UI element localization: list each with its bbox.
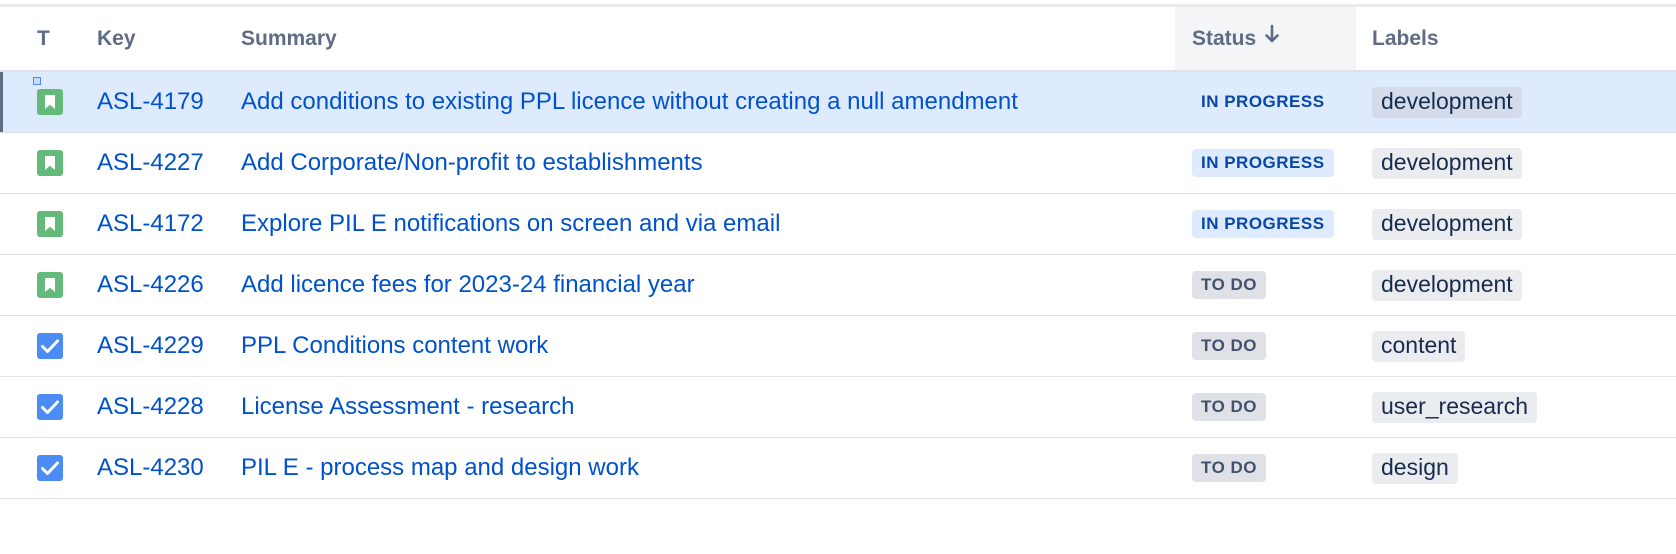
status-cell[interactable]: TO DO	[1175, 437, 1356, 499]
arrow-down-icon[interactable]	[1264, 24, 1280, 50]
issue-key-link[interactable]: ASL-4228	[84, 376, 241, 438]
labels-cell: content	[1356, 315, 1676, 377]
issue-key-link[interactable]: ASL-4227	[84, 132, 241, 194]
column-header-labels[interactable]: Labels	[1356, 7, 1676, 72]
issue-summary-link[interactable]: Explore PIL E notifications on screen an…	[241, 193, 1175, 255]
status-cell[interactable]: TO DO	[1175, 315, 1356, 377]
issue-summary-link[interactable]: PIL E - process map and design work	[241, 437, 1175, 499]
labels-cell: development	[1356, 254, 1676, 316]
task-icon	[37, 394, 63, 420]
label-tag[interactable]: design	[1372, 452, 1458, 484]
status-cell[interactable]: IN PROGRESS	[1175, 193, 1356, 255]
table-header: T Key Summary Status Labels	[0, 7, 1676, 72]
column-header-type[interactable]: T	[0, 7, 84, 72]
labels-cell: design	[1356, 437, 1676, 499]
story-icon	[37, 272, 63, 298]
table-row[interactable]: ASL-4179 Add conditions to existing PPL …	[0, 71, 1676, 133]
column-header-summary-label: Summary	[241, 26, 337, 50]
task-icon	[37, 333, 63, 359]
issue-summary-link[interactable]: Add conditions to existing PPL licence w…	[241, 71, 1175, 133]
issue-summary-link[interactable]: License Assessment - research	[241, 376, 1175, 438]
status-cell[interactable]: TO DO	[1175, 376, 1356, 438]
status-lozenge[interactable]: TO DO	[1192, 454, 1267, 482]
table-row[interactable]: ASL-4228 License Assessment - research T…	[0, 376, 1676, 438]
labels-cell: development	[1356, 71, 1676, 133]
type-cell	[0, 71, 84, 133]
table-row[interactable]: ASL-4226 Add licence fees for 2023-24 fi…	[0, 254, 1676, 316]
type-cell	[0, 254, 84, 316]
table-row[interactable]: ASL-4172 Explore PIL E notifications on …	[0, 193, 1676, 255]
header-row: T Key Summary Status Labels	[0, 7, 1676, 72]
label-tag[interactable]: content	[1372, 330, 1466, 362]
task-icon	[37, 455, 63, 481]
issue-key-link[interactable]: ASL-4226	[84, 254, 241, 316]
table-body: ASL-4179 Add conditions to existing PPL …	[0, 71, 1676, 499]
labels-cell: development	[1356, 193, 1676, 255]
story-icon	[37, 211, 63, 237]
status-lozenge[interactable]: IN PROGRESS	[1192, 149, 1334, 177]
label-tag[interactable]: development	[1372, 269, 1522, 301]
column-header-summary[interactable]: Summary	[241, 7, 1175, 72]
type-cell	[0, 437, 84, 499]
table-row[interactable]: ASL-4227 Add Corporate/Non-profit to est…	[0, 132, 1676, 194]
issue-summary-link[interactable]: Add Corporate/Non-profit to establishmen…	[241, 132, 1175, 194]
table-row[interactable]: ASL-4229 PPL Conditions content work TO …	[0, 315, 1676, 377]
story-icon	[37, 150, 63, 176]
issue-key-link[interactable]: ASL-4230	[84, 437, 241, 499]
selection-marker-icon	[33, 77, 41, 85]
type-cell	[0, 376, 84, 438]
issue-summary-link[interactable]: Add licence fees for 2023-24 financial y…	[241, 254, 1175, 316]
label-tag[interactable]: development	[1372, 86, 1522, 118]
column-header-type-label: T	[37, 26, 50, 50]
issue-key-link[interactable]: ASL-4229	[84, 315, 241, 377]
type-cell	[0, 315, 84, 377]
status-lozenge[interactable]: IN PROGRESS	[1192, 210, 1334, 238]
status-lozenge[interactable]: TO DO	[1192, 271, 1267, 299]
issue-table-view: T Key Summary Status Labels ASL-4179 Add…	[0, 0, 1676, 554]
status-lozenge[interactable]: TO DO	[1192, 332, 1267, 360]
label-tag[interactable]: user_research	[1372, 391, 1538, 423]
type-cell	[0, 132, 84, 194]
story-icon	[37, 89, 63, 115]
column-header-status[interactable]: Status	[1175, 7, 1356, 72]
status-cell[interactable]: IN PROGRESS	[1175, 71, 1356, 133]
column-header-key[interactable]: Key	[84, 7, 241, 72]
label-tag[interactable]: development	[1372, 208, 1522, 240]
status-cell[interactable]: TO DO	[1175, 254, 1356, 316]
issue-table: T Key Summary Status Labels ASL-4179 Add…	[0, 7, 1676, 499]
table-row[interactable]: ASL-4230 PIL E - process map and design …	[0, 437, 1676, 499]
issue-key-link[interactable]: ASL-4172	[84, 193, 241, 255]
column-header-status-label: Status	[1192, 26, 1257, 50]
type-cell	[0, 193, 84, 255]
issue-key-link[interactable]: ASL-4179	[84, 71, 241, 133]
column-header-labels-label: Labels	[1372, 26, 1439, 50]
status-lozenge[interactable]: IN PROGRESS	[1192, 88, 1334, 116]
column-header-key-label: Key	[97, 26, 136, 50]
labels-cell: development	[1356, 132, 1676, 194]
status-cell[interactable]: IN PROGRESS	[1175, 132, 1356, 194]
issue-summary-link[interactable]: PPL Conditions content work	[241, 315, 1175, 377]
status-lozenge[interactable]: TO DO	[1192, 393, 1267, 421]
labels-cell: user_research	[1356, 376, 1676, 438]
label-tag[interactable]: development	[1372, 147, 1522, 179]
